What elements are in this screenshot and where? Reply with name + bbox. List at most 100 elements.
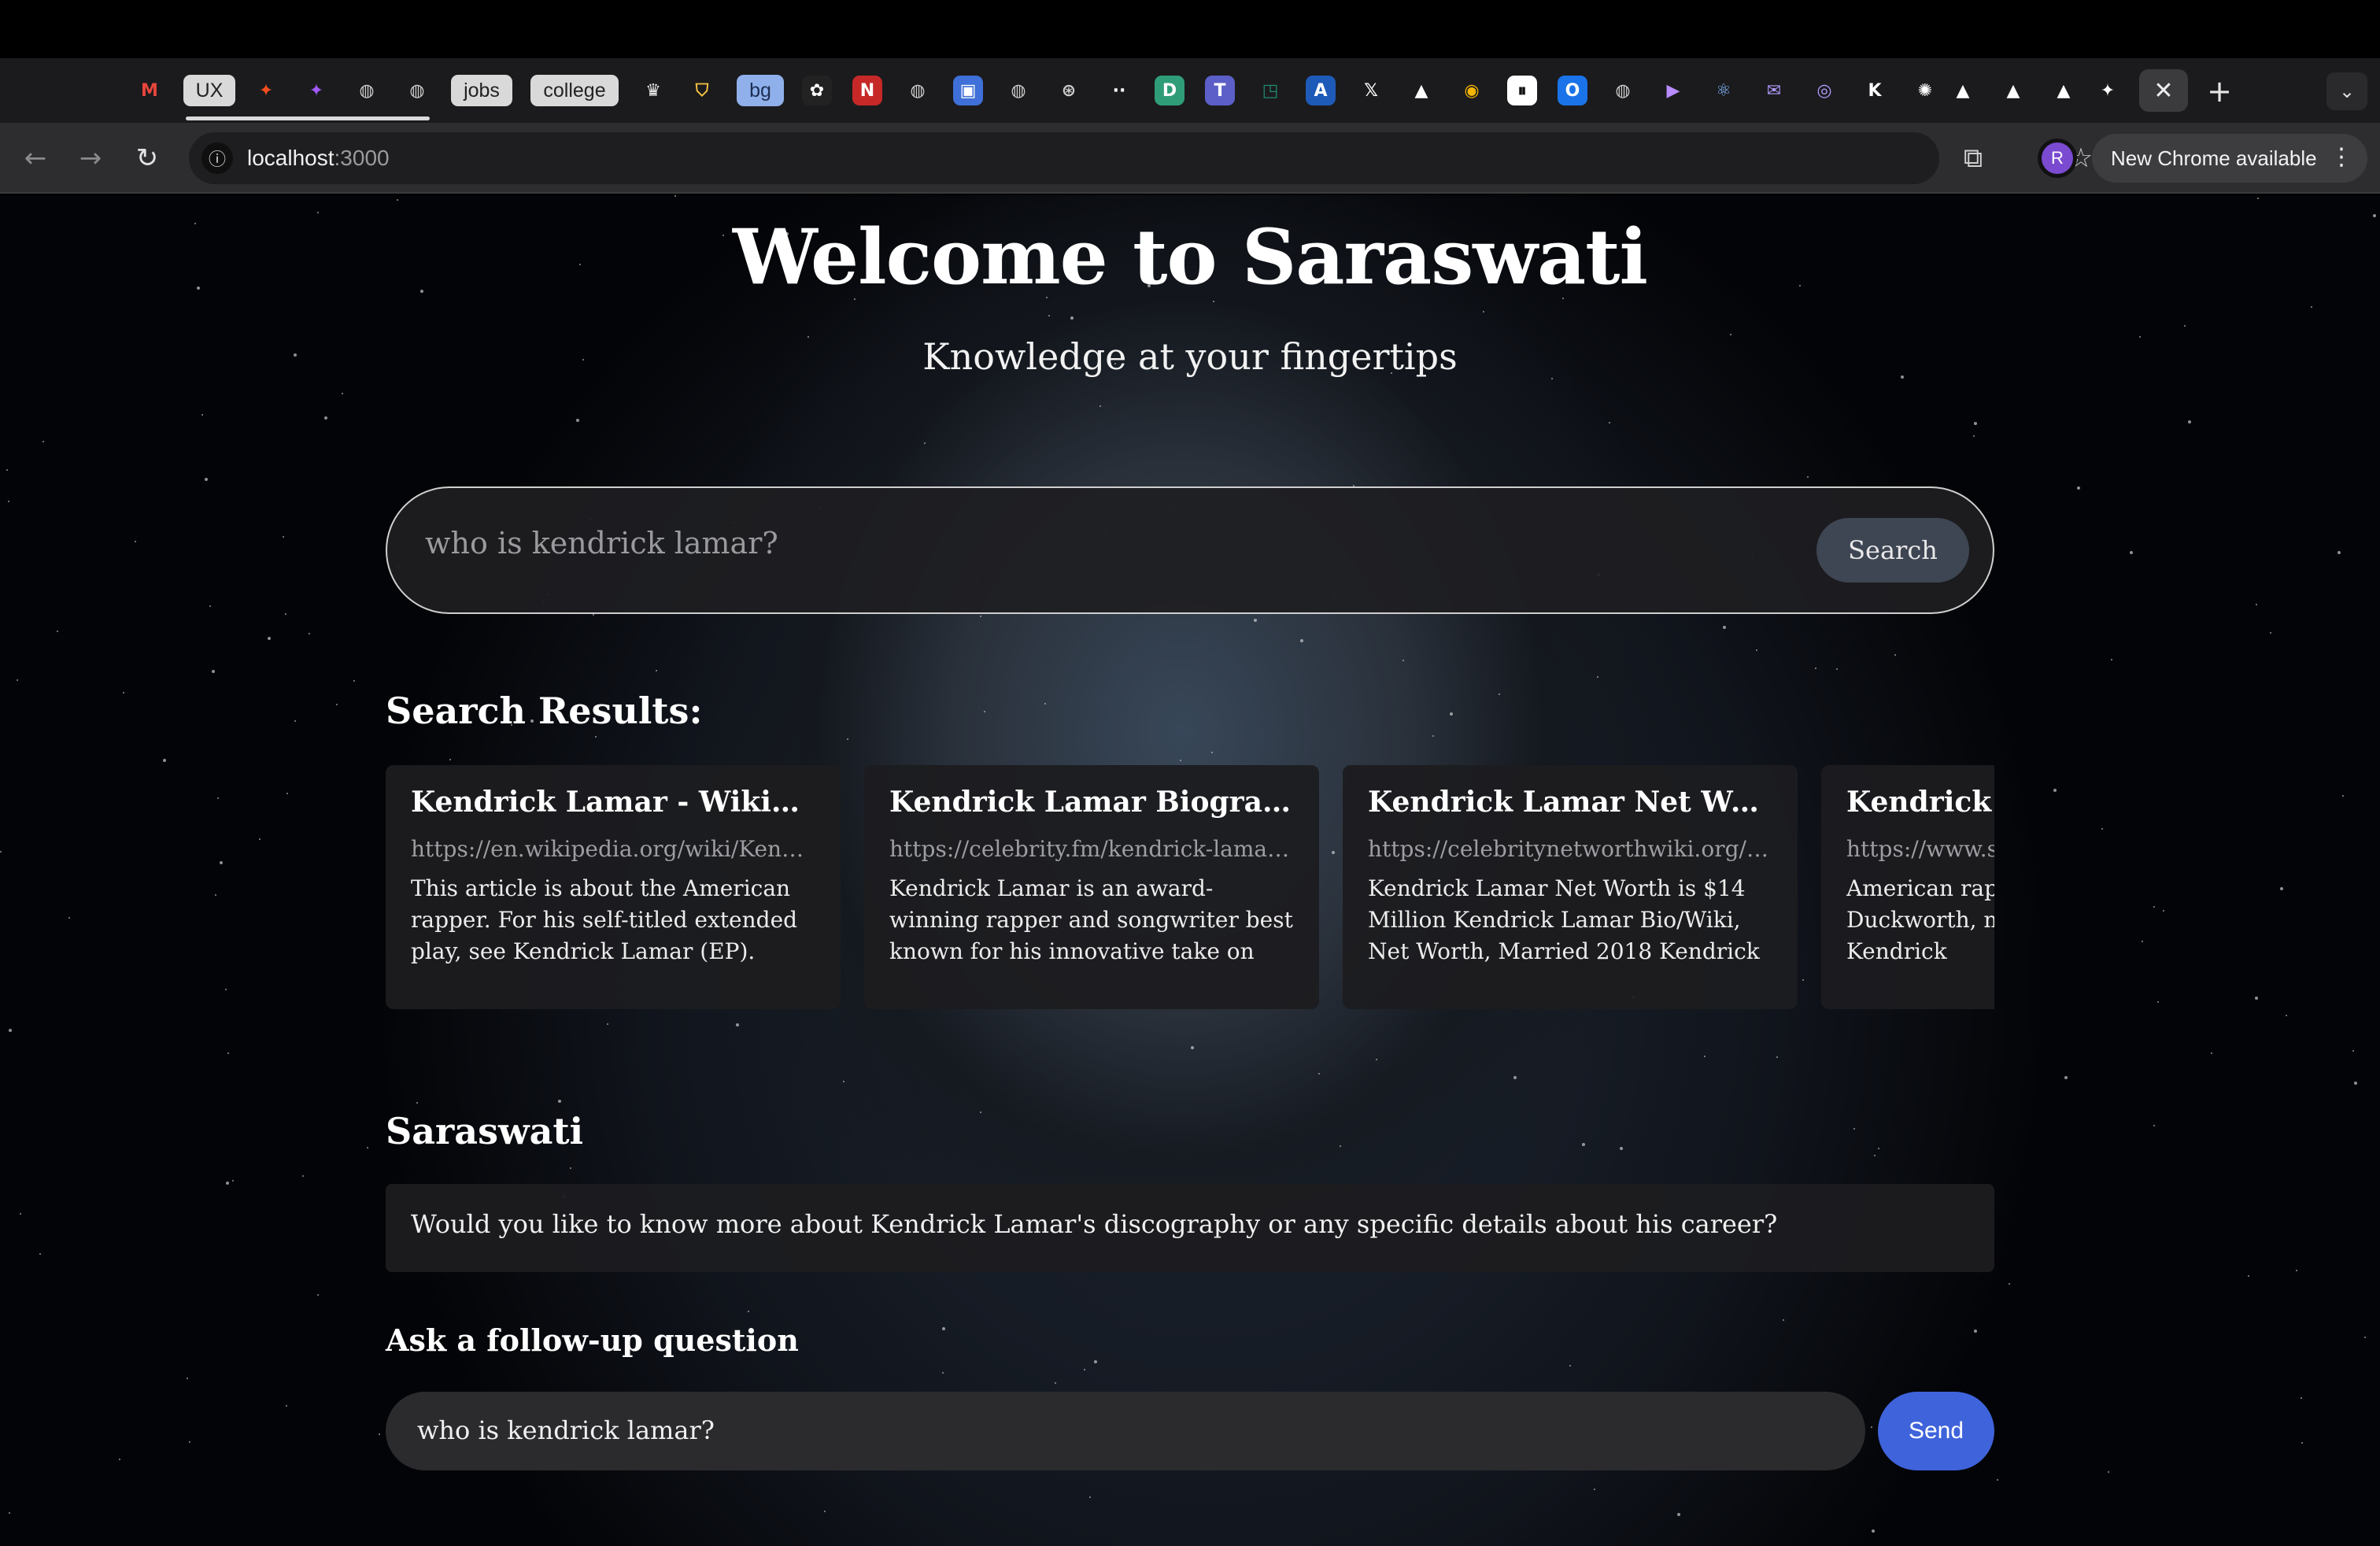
- forward-button[interactable]: →: [72, 140, 109, 176]
- tab-favicon[interactable]: ▶: [1658, 72, 1689, 109]
- tab-favicon[interactable]: A: [1305, 72, 1336, 109]
- tab-favicon[interactable]: T: [1204, 72, 1236, 109]
- result-url[interactable]: https://celebrity.fm/kendrick-lamar-...: [889, 836, 1294, 862]
- star-dot: [2142, 941, 2143, 942]
- tab-favicon[interactable]: ▲: [1998, 72, 2029, 109]
- result-card[interactable]: Kendrick Lamar Net Worth ... https://cel…: [1343, 765, 1798, 1009]
- tab-favicon[interactable]: ▲: [1947, 72, 1979, 109]
- send-button[interactable]: Send: [1878, 1392, 1994, 1470]
- tab-favicon[interactable]: ··: [1103, 72, 1135, 109]
- tab-favicon[interactable]: ⛉: [686, 72, 718, 109]
- result-title[interactable]: Kendrick Lamar Biography...: [889, 786, 1294, 819]
- tab-group-bg[interactable]: bg: [737, 72, 784, 109]
- answer-text: Would you like to know more about Kendri…: [386, 1184, 1994, 1272]
- tab-favicon[interactable]: ✦: [250, 72, 282, 109]
- star-dot: [189, 1441, 190, 1443]
- tab-favicon[interactable]: ✿: [801, 72, 833, 109]
- star-dot: [336, 704, 338, 705]
- result-card[interactable]: Kendrick Lamar https://www.stu American …: [1821, 765, 1994, 1009]
- tab-group-jobs[interactable]: jobs: [451, 72, 512, 109]
- tab-favicon[interactable]: ✦: [2092, 72, 2123, 109]
- triangle-icon: ▲: [1956, 80, 1970, 101]
- star-dot: [1783, 1319, 1784, 1321]
- tab-favicon[interactable]: 𝕏: [1355, 72, 1387, 109]
- tab-favicon[interactable]: ♛: [638, 72, 669, 109]
- tab-favicon[interactable]: ◉: [1456, 72, 1488, 109]
- openai-icon: ✿: [802, 76, 832, 105]
- result-title[interactable]: Kendrick Lamar: [1846, 786, 1994, 819]
- followup-input[interactable]: who is kendrick lamar?: [386, 1392, 1865, 1470]
- tab-favicon[interactable]: ✉: [1758, 72, 1790, 109]
- tab-favicon[interactable]: ▲: [1406, 72, 1437, 109]
- figma-icon: ✦: [2100, 80, 2116, 101]
- result-title[interactable]: Kendrick Lamar Net Worth ...: [1368, 786, 1772, 819]
- search-button[interactable]: Search: [1816, 518, 1969, 583]
- tab-favicon[interactable]: ◍: [1003, 72, 1034, 109]
- tab-favicon[interactable]: N: [852, 72, 883, 109]
- back-button[interactable]: ←: [17, 140, 54, 176]
- bookmark-icon: ▣: [953, 76, 983, 105]
- tab-favicon[interactable]: D: [1154, 72, 1185, 109]
- result-card[interactable]: Kendrick Lamar - Wikipedia https://en.wi…: [386, 765, 841, 1009]
- result-url[interactable]: https://www.stu: [1846, 836, 1994, 862]
- star-dot: [1973, 435, 1975, 437]
- chart-icon: ◳: [1262, 80, 1279, 101]
- omnibox[interactable]: ⓘ localhost:3000 ☆: [189, 132, 2093, 184]
- star-dot: [1450, 712, 1453, 716]
- star-dot: [123, 692, 124, 693]
- search-bar[interactable]: who is kendrick lamar? Search: [386, 486, 1994, 614]
- result-url[interactable]: https://celebritynetworthwiki.org/rich..…: [1368, 836, 1772, 862]
- tab-favicon[interactable]: ◳: [1255, 72, 1286, 109]
- figma-icon: ✦: [258, 80, 274, 101]
- tab-favicon[interactable]: ◍: [902, 72, 933, 109]
- star-dot: [2009, 1283, 2010, 1285]
- tab-group-college[interactable]: college: [530, 72, 619, 109]
- tab-favicon[interactable]: O: [1557, 72, 1588, 109]
- tab-favicon[interactable]: ◍: [1607, 72, 1639, 109]
- tab-favicon[interactable]: ⏸: [1506, 72, 1538, 109]
- star-dot: [1513, 1076, 1517, 1079]
- extensions-puzzle-icon[interactable]: ⧉: [1955, 140, 1991, 176]
- result-title[interactable]: Kendrick Lamar - Wikipedia: [411, 786, 815, 819]
- tab-favicon[interactable]: ✺: [1909, 72, 1941, 109]
- tab-favicon[interactable]: M: [134, 72, 165, 109]
- search-results-heading: Search Results:: [386, 690, 703, 732]
- star-dot: [220, 861, 223, 864]
- star-dot: [68, 917, 70, 919]
- star-dot: [980, 616, 981, 617]
- gmail-icon: M: [141, 80, 158, 101]
- tab-favicon[interactable]: ✦: [301, 72, 332, 109]
- star-dot: [2286, 1015, 2287, 1016]
- tab-favicon[interactable]: ⊛: [1053, 72, 1085, 109]
- tab-favicon[interactable]: ◍: [401, 72, 433, 109]
- profile-avatar[interactable]: R: [2042, 142, 2073, 174]
- tab-favicon[interactable]: ◎: [1809, 72, 1840, 109]
- new-tab-button[interactable]: +: [2201, 72, 2238, 110]
- star-dot: [2280, 887, 2283, 890]
- search-results-row[interactable]: Kendrick Lamar - Wikipedia https://en.wi…: [386, 765, 1994, 1019]
- active-tab-close-icon[interactable]: ✕: [2139, 69, 2188, 112]
- star-dot: [20, 1213, 21, 1215]
- star-dot: [42, 441, 44, 442]
- result-card[interactable]: Kendrick Lamar Biography... https://cele…: [864, 765, 1319, 1009]
- x-icon: 𝕏: [1364, 80, 1378, 101]
- chrome-update-button[interactable]: New Chrome available ⋮: [2092, 134, 2367, 183]
- tab-favicon[interactable]: K: [1859, 72, 1890, 109]
- tab-favicon[interactable]: ▲: [2048, 72, 2079, 109]
- tab-search-button[interactable]: ⌄: [2326, 72, 2367, 110]
- star-dot: [2157, 1001, 2159, 1003]
- reload-button[interactable]: ↻: [129, 140, 165, 176]
- star-dot: [2257, 198, 2259, 199]
- result-url[interactable]: https://en.wikipedia.org/wiki/Kendrick..…: [411, 836, 815, 862]
- play-icon: ▶: [1666, 80, 1680, 101]
- search-input[interactable]: who is kendrick lamar?: [425, 526, 778, 560]
- star-dot: [9, 1029, 12, 1032]
- tab-favicon[interactable]: ◍: [351, 72, 382, 109]
- url-text[interactable]: localhost:3000: [247, 143, 390, 173]
- site-info-icon[interactable]: ⓘ: [201, 142, 233, 174]
- tab-group-ux[interactable]: UX: [183, 72, 236, 109]
- tab-favicon[interactable]: ▣: [952, 72, 984, 109]
- star-dot: [1211, 752, 1213, 753]
- tab-favicon[interactable]: ⚛: [1708, 72, 1739, 109]
- star-dot: [2352, 1050, 2354, 1052]
